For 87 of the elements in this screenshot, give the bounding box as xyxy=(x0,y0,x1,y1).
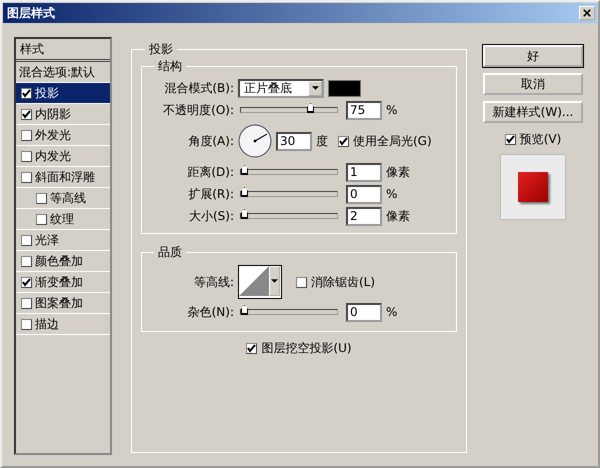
unit-label: 度 xyxy=(316,132,328,150)
style-item[interactable]: 颜色叠加 xyxy=(16,251,110,272)
checkbox[interactable] xyxy=(21,172,32,182)
checkbox-label: 预览(V) xyxy=(520,131,562,148)
style-label: 投影 xyxy=(35,84,59,102)
checkbox[interactable] xyxy=(21,318,32,330)
style-item[interactable]: 投影 xyxy=(16,83,110,104)
checkbox[interactable] xyxy=(21,88,32,98)
style-item[interactable]: 斜面和浮雕 xyxy=(16,167,110,188)
slider-thumb[interactable] xyxy=(241,209,248,219)
field-label: 等高线: xyxy=(192,274,235,290)
input-field[interactable]: 1 xyxy=(346,162,382,182)
style-label: 颜色叠加 xyxy=(35,252,83,270)
style-label: 图案叠加 xyxy=(35,294,83,312)
input-field[interactable]: 75 xyxy=(346,100,382,120)
style-item[interactable]: 内阴影 xyxy=(16,104,110,125)
group-title: 品质 xyxy=(157,244,183,261)
checkbox[interactable] xyxy=(36,214,47,224)
style-label: 斜面和浮雕 xyxy=(35,168,95,186)
unit-label: 像素 xyxy=(386,208,410,224)
unit-label: 像素 xyxy=(386,164,410,180)
input-field[interactable]: 2 xyxy=(346,206,382,226)
style-preview-square xyxy=(518,172,548,202)
contour-curve-icon xyxy=(239,266,269,296)
input-field[interactable]: 30 xyxy=(276,132,312,150)
style-item[interactable]: 内发光 xyxy=(16,146,110,167)
checkbox[interactable] xyxy=(36,192,47,204)
checkbox-label: 图层挖空投影(U) xyxy=(261,340,352,357)
field-label: 大小(S): xyxy=(188,208,235,224)
slider-thumb[interactable] xyxy=(307,103,314,113)
caret-icon xyxy=(271,279,278,283)
style-label: 外发光 xyxy=(35,126,71,144)
unit-label: % xyxy=(386,103,398,117)
style-item[interactable]: 图案叠加 xyxy=(16,293,110,314)
close-icon xyxy=(583,9,591,17)
slider-thumb[interactable] xyxy=(241,187,248,197)
dialog-button[interactable]: 新建样式(W)... xyxy=(483,101,583,123)
field-label: 杂色(N): xyxy=(186,304,235,320)
style-item[interactable]: 外发光 xyxy=(16,125,110,146)
checkbox[interactable] xyxy=(21,256,32,266)
color-swatch[interactable] xyxy=(328,80,361,96)
checkbox[interactable] xyxy=(21,298,32,308)
checkbox[interactable] xyxy=(504,134,516,145)
field-label: 混合模式(B): xyxy=(163,80,235,96)
checkbox[interactable] xyxy=(296,276,307,288)
angle-dial[interactable] xyxy=(238,124,272,158)
style-label: 描边 xyxy=(35,316,59,332)
style-label: 光泽 xyxy=(35,232,59,248)
style-label: 等高线 xyxy=(50,190,86,206)
checkbox[interactable] xyxy=(21,276,32,288)
unit-label: % xyxy=(386,187,398,201)
style-label: 纹理 xyxy=(50,210,74,228)
field-label: 距离(D): xyxy=(186,164,235,180)
style-label: 内发光 xyxy=(35,148,71,164)
input-field[interactable]: 0 xyxy=(346,302,382,322)
contour-picker[interactable] xyxy=(238,265,282,299)
dialog-button[interactable]: 好 xyxy=(483,45,583,67)
checkbox[interactable] xyxy=(21,234,32,246)
window-title: 图层样式 xyxy=(7,4,55,22)
blend-mode-dropdown[interactable]: 正片叠底 xyxy=(238,78,324,98)
field-label: 角度(A): xyxy=(187,132,235,150)
list-header: 样式 xyxy=(16,39,110,62)
checkbox[interactable] xyxy=(21,130,32,140)
style-item[interactable]: 描边 xyxy=(16,314,110,335)
slider-thumb[interactable] xyxy=(241,165,248,175)
slider-thumb[interactable] xyxy=(241,305,248,315)
field-label: 不透明度(O): xyxy=(162,102,235,118)
checkbox[interactable] xyxy=(246,343,258,354)
checkbox[interactable] xyxy=(338,136,349,146)
field-label: 扩展(R): xyxy=(187,186,235,202)
unit-label: % xyxy=(386,305,398,319)
checkbox[interactable] xyxy=(21,108,32,120)
caret-icon xyxy=(312,86,318,90)
input-field[interactable]: 0 xyxy=(346,184,382,204)
checkbox[interactable] xyxy=(21,150,32,162)
group-title: 投影 xyxy=(148,41,174,58)
style-item[interactable]: 纹理 xyxy=(16,209,110,230)
checkbox-label: 消除锯齿(L) xyxy=(311,274,376,290)
style-item[interactable]: 光泽 xyxy=(16,230,110,251)
style-label: 内阴影 xyxy=(35,106,71,122)
checkbox-label: 使用全局光(G) xyxy=(353,132,432,150)
style-label: 渐变叠加 xyxy=(35,274,83,290)
style-item[interactable]: 渐变叠加 xyxy=(16,272,110,293)
group-title: 结构 xyxy=(157,58,183,75)
dialog-button[interactable]: 取消 xyxy=(483,73,583,95)
close-button[interactable] xyxy=(579,6,595,20)
style-item[interactable]: 等高线 xyxy=(16,188,110,209)
